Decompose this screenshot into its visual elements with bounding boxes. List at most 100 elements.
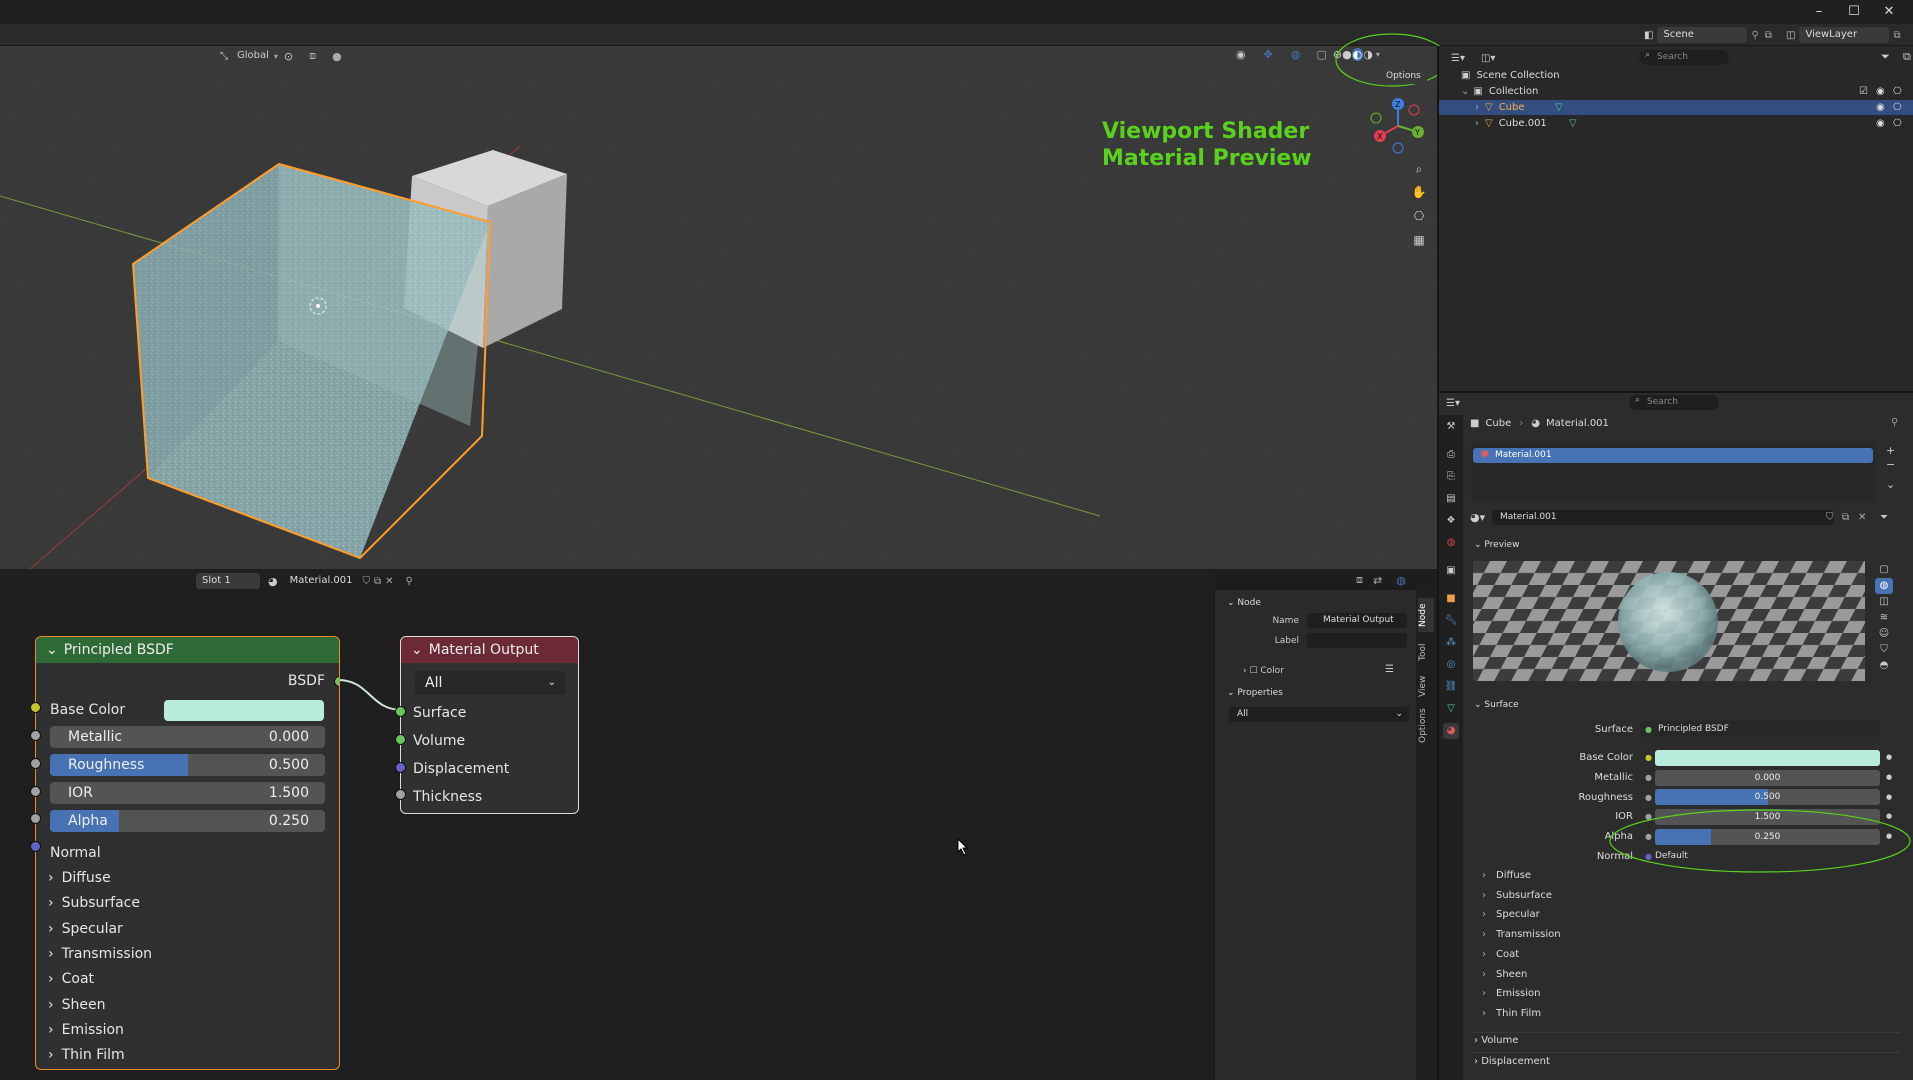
preview-fluid-icon[interactable]: ◓ <box>1875 658 1893 674</box>
remove-slot-icon[interactable]: − <box>1886 458 1895 472</box>
tab-view[interactable]: View <box>1418 672 1434 700</box>
viewlayer-icon[interactable]: ◫ <box>1786 30 1795 41</box>
preview-cloth-icon[interactable]: ⛉ <box>1875 642 1893 658</box>
collapse-chevron-icon[interactable]: ⌄ <box>46 642 58 658</box>
subpanel-thin-film[interactable]: › Thin Film <box>36 1043 339 1067</box>
mesh-data-icon[interactable]: ▽ <box>1569 116 1577 131</box>
camera-icon[interactable]: ⎔ <box>1893 116 1902 131</box>
duplicate-icon[interactable]: ⧉ <box>374 576 381 587</box>
duplicate-icon[interactable]: ⧉ <box>1842 512 1849 523</box>
material-slots-list[interactable]: Material.001 ● <box>1471 442 1875 502</box>
material-slot-item[interactable]: Material.001 <box>1473 448 1873 463</box>
metallic-socket[interactable] <box>30 730 41 741</box>
transform-orientation-icon[interactable]: ⤡ <box>220 51 228 62</box>
roughness-field[interactable]: Roughness 0.500 <box>50 754 325 776</box>
minimize-button[interactable]: – <box>1806 2 1832 22</box>
material-name-field[interactable]: Material.001 <box>284 573 359 589</box>
collection-tab-icon[interactable]: ▣ <box>1443 563 1459 579</box>
tab-options[interactable]: Options <box>1418 706 1434 746</box>
material-output-header[interactable]: ⌄ Material Output <box>401 637 578 663</box>
visibility-icon[interactable]: ◉ <box>1236 48 1246 61</box>
particles-tab-icon[interactable]: ⁂ <box>1443 635 1459 651</box>
data-tab-icon[interactable]: ▽ <box>1443 701 1459 717</box>
metallic-field[interactable]: Metallic 0.000 <box>50 726 325 748</box>
material-output-node[interactable]: ⌄ Material Output All ⌄ Surface Volume Di… <box>400 636 579 814</box>
ior-field[interactable]: IOR 1.500 <box>50 782 325 804</box>
slot-dropdown[interactable]: Slot 1 <box>196 573 260 589</box>
prop-subpanel-transmission[interactable]: Transmission <box>1482 929 1561 940</box>
bsdf-output-socket[interactable] <box>334 676 339 687</box>
pan-hand-icon[interactable]: ✋ <box>1408 181 1430 203</box>
principled-bsdf-node[interactable]: ⌄ Principled BSDF BSDF Base Color Metalli… <box>35 636 340 1070</box>
color-subpanel[interactable]: › ☐ Color <box>1243 666 1284 676</box>
keyframe-dot-icon[interactable]: ● <box>1886 789 1892 806</box>
pivot-icon[interactable]: ⊙ <box>284 50 293 63</box>
alpha-field[interactable]: Alpha 0.250 <box>50 810 325 832</box>
filter-icon[interactable]: ⏷ <box>1881 50 1890 64</box>
prop-subpanel-sheen[interactable]: Sheen <box>1482 969 1527 980</box>
prop-subpanel-coat[interactable]: Coat <box>1482 949 1519 960</box>
unlink-icon[interactable]: ✕ <box>1858 512 1866 523</box>
properties-panel-header[interactable]: ⌄ Properties <box>1227 688 1283 698</box>
scene-tab-icon[interactable]: ❖ <box>1443 513 1459 529</box>
constraints-tab-icon[interactable]: ⛓ <box>1443 679 1459 695</box>
node-panel-header[interactable]: ⌄ Node <box>1227 598 1261 608</box>
subpanel-specular[interactable]: › Specular <box>36 917 339 941</box>
subpanel-transmission[interactable]: › Transmission <box>36 942 339 966</box>
prop-base-color-swatch[interactable] <box>1655 750 1880 766</box>
view-layer-tab-icon[interactable]: ▤ <box>1443 491 1459 507</box>
displacement-socket[interactable] <box>395 762 406 773</box>
node-label-field[interactable] <box>1307 633 1407 648</box>
world-tab-icon[interactable]: ◍ <box>1443 535 1459 551</box>
tab-node[interactable]: Node <box>1418 598 1434 632</box>
editor-type-icon[interactable]: ☰▾ <box>1451 53 1465 64</box>
properties-target-dropdown[interactable]: All ⌄ <box>1229 707 1409 722</box>
subpanel-coat[interactable]: › Coat <box>36 967 339 991</box>
base-color-swatch[interactable] <box>164 700 324 721</box>
alpha-socket[interactable] <box>30 813 41 824</box>
subpanel-diffuse[interactable]: › Diffuse <box>36 866 339 890</box>
displacement-panel-header[interactable]: › Displacement <box>1474 1056 1550 1067</box>
preview-panel-header[interactable]: ⌄ Preview <box>1474 540 1519 550</box>
proportional-edit-icon[interactable]: ● <box>332 50 342 63</box>
prop-subpanel-subsurface[interactable]: Subsurface <box>1482 890 1552 901</box>
list-icon[interactable]: ☰ <box>1385 664 1394 675</box>
material-tab-icon[interactable]: ◕ <box>1443 723 1459 739</box>
camera-icon[interactable]: ⎔ <box>1893 84 1902 99</box>
keyframe-dot-icon[interactable]: ● <box>1886 749 1892 766</box>
surface-shader-field[interactable]: Principled BSDF <box>1640 721 1880 737</box>
object-tab-icon[interactable]: ■ <box>1443 591 1459 607</box>
collapse-chevron-icon[interactable]: ⌄ <box>411 642 423 658</box>
checkbox-icon[interactable]: ☑ <box>1859 84 1868 99</box>
mesh-data-icon[interactable]: ▽ <box>1555 100 1563 115</box>
preview-cube-icon[interactable]: ◫ <box>1875 594 1893 610</box>
surface-panel-header[interactable]: ⌄ Surface <box>1474 700 1519 710</box>
material-browse-icon[interactable]: ◕▾ <box>1470 511 1485 524</box>
link-icon[interactable]: ⇄ <box>1373 574 1382 587</box>
xray-icon[interactable]: ▢ <box>1316 48 1326 61</box>
prop-subpanel-emission[interactable]: Emission <box>1482 988 1541 999</box>
preview-flat-icon[interactable]: ▢ <box>1875 562 1893 578</box>
subpanel-subsurface[interactable]: › Subsurface <box>36 891 339 915</box>
outliner-row-scene-collection[interactable]: ▣ Scene Collection <box>1439 68 1913 83</box>
prop-roughness-field[interactable]: 0.500 <box>1655 789 1880 806</box>
pin-icon[interactable]: ⚲ <box>406 576 413 587</box>
output-target-dropdown[interactable]: All ⌄ <box>415 671 566 695</box>
keyframe-dot-icon[interactable]: ● <box>1886 769 1892 786</box>
editor-type-icon[interactable]: ☰▾ <box>1446 398 1460 409</box>
perspective-grid-icon[interactable]: ▦ <box>1408 229 1430 251</box>
eye-icon[interactable]: ◉ <box>1876 84 1885 99</box>
outliner-search-input[interactable]: Search <box>1639 50 1729 65</box>
subpanel-emission[interactable]: › Emission <box>36 1018 339 1042</box>
scene-selector[interactable]: Scene <box>1657 27 1748 43</box>
slot-menu-icon[interactable]: ⌄ <box>1886 478 1895 492</box>
properties-search-input[interactable]: Search <box>1629 395 1719 410</box>
fake-user-icon[interactable]: ⛉ <box>1826 512 1834 523</box>
camera-icon[interactable]: ⎔ <box>1408 205 1430 227</box>
snap-icon[interactable]: ⧈ <box>1356 573 1363 587</box>
new-scene-icon[interactable]: ⧉ <box>1765 30 1772 41</box>
base-color-socket[interactable] <box>30 702 41 713</box>
snap-icon[interactable]: ⧈ <box>309 49 316 63</box>
scene-icon[interactable]: ◧ <box>1644 30 1653 41</box>
fake-user-icon[interactable]: ⛉ <box>363 576 371 587</box>
